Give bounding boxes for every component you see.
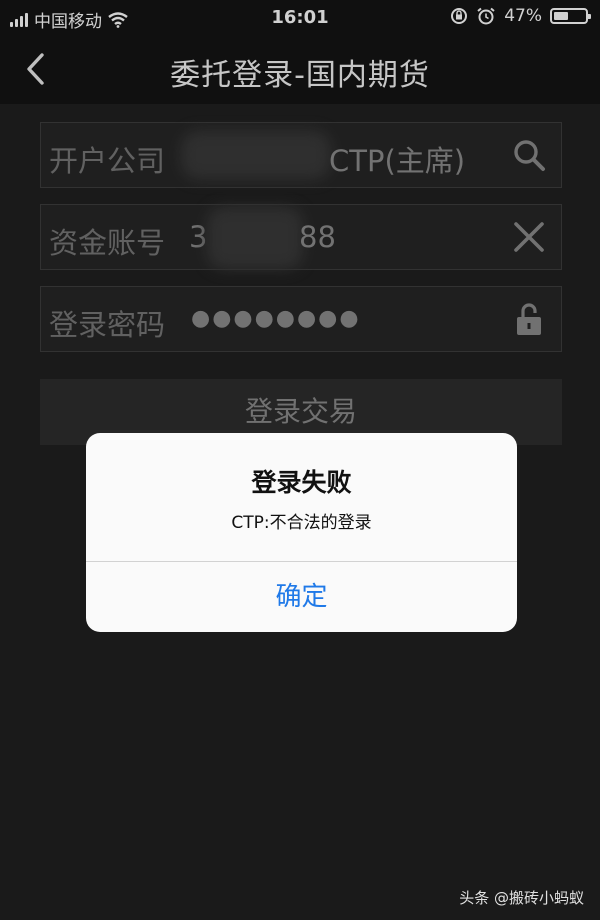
- watermark: 头条 @搬砖小蚂蚁: [459, 889, 584, 907]
- alert-message: CTP:不合法的登录: [231, 513, 372, 533]
- phone-screen: 中国移动 16:01 47% 委托登录-国内期货 开户公司 CTP(主席) 资金…: [0, 0, 600, 920]
- alert-dialog: 登录失败 CTP:不合法的登录 确定: [86, 433, 517, 632]
- alert-title: 登录失败: [251, 468, 352, 497]
- confirm-button[interactable]: 确定: [86, 562, 517, 632]
